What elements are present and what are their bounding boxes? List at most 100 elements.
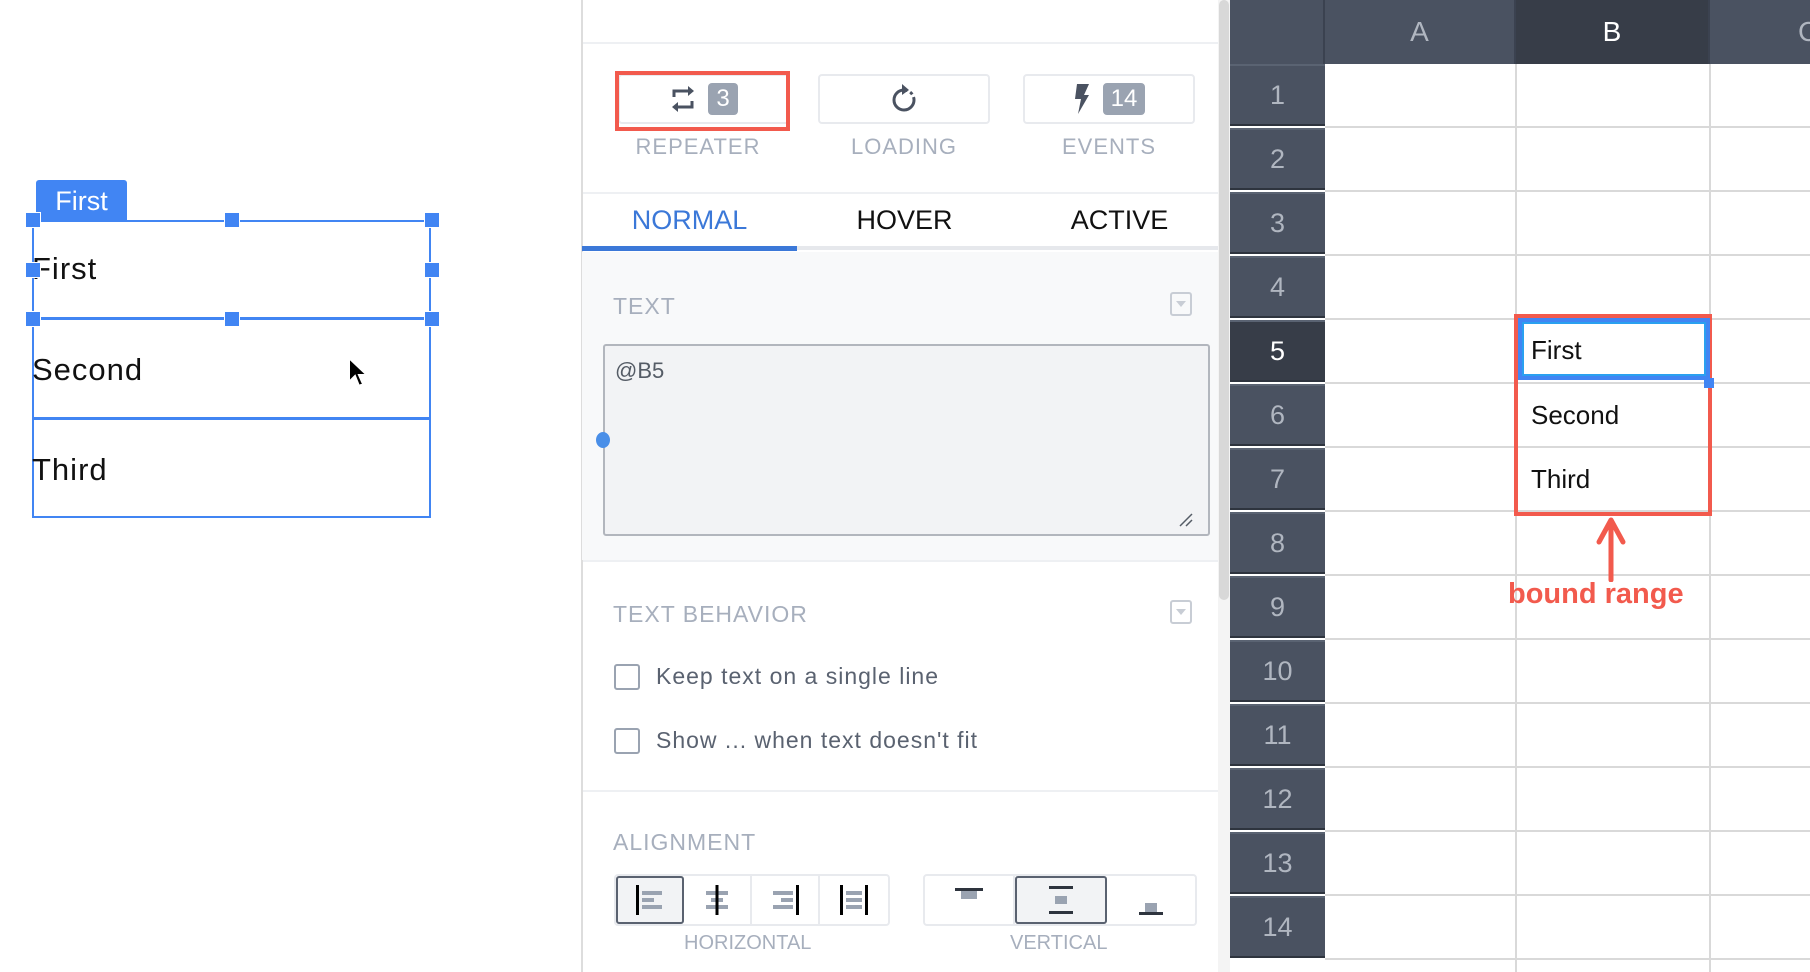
- row-header-5[interactable]: 5: [1230, 320, 1325, 382]
- repeater-item-1[interactable]: First: [32, 220, 431, 318]
- tab-active[interactable]: ACTIVE: [1012, 205, 1227, 236]
- selected-cell-outline: [1518, 318, 1710, 380]
- row-header-10[interactable]: 10: [1230, 640, 1325, 702]
- align-left-button[interactable]: [616, 876, 684, 924]
- resize-handle-bottom-right[interactable]: [424, 311, 440, 327]
- ellipsis-label: Show ... when text doesn't fit: [656, 727, 979, 753]
- events-count-badge: 14: [1102, 83, 1146, 115]
- row-header-4[interactable]: 4: [1230, 256, 1325, 318]
- resize-handle-bottom[interactable]: [224, 311, 240, 327]
- loading-label: LOADING: [850, 134, 958, 159]
- ellipsis-checkbox[interactable]: [614, 727, 640, 754]
- divider: [583, 790, 1218, 792]
- align-bottom-icon: [1139, 903, 1163, 915]
- justify-button[interactable]: [820, 876, 888, 924]
- single-line-checkbox[interactable]: [614, 663, 640, 690]
- fill-handle[interactable]: [1704, 378, 1714, 388]
- align-right-button[interactable]: [752, 876, 820, 924]
- justify-icon: [840, 885, 868, 915]
- horizontal-label: HORIZONTAL: [684, 932, 812, 954]
- vertical-label: VERTICAL: [1010, 932, 1108, 954]
- row-header-12[interactable]: 12: [1230, 768, 1325, 830]
- repeater-label: REPEATER: [635, 134, 761, 159]
- text-section-dropdown-icon[interactable]: [1170, 292, 1192, 316]
- resize-handle-top-left[interactable]: [25, 212, 41, 228]
- gridline-vertical: [1515, 64, 1517, 972]
- resize-handle-right[interactable]: [424, 262, 440, 278]
- annotation-arrow-icon: [1596, 517, 1626, 582]
- align-top-button[interactable]: [925, 876, 1015, 924]
- events-button[interactable]: 14: [1023, 74, 1195, 124]
- ellipsis-option[interactable]: Show ... when text doesn't fit: [614, 727, 978, 754]
- highlight-box: [615, 71, 790, 131]
- resize-handle-left[interactable]: [25, 262, 41, 278]
- vertical-alignment-group: [923, 874, 1197, 926]
- resize-handle-top-right[interactable]: [424, 212, 440, 228]
- divider: [583, 560, 1218, 562]
- gridline-horizontal: [1325, 702, 1810, 704]
- text-input[interactable]: @B5: [603, 344, 1210, 536]
- bound-range-annotation: bound range: [1508, 578, 1684, 610]
- row-header-14[interactable]: 14: [1230, 896, 1325, 958]
- row-header-13[interactable]: 13: [1230, 832, 1325, 894]
- column-header-b[interactable]: B: [1516, 0, 1710, 64]
- align-middle-icon: [1049, 886, 1073, 914]
- row-header-11[interactable]: 11: [1230, 704, 1325, 766]
- lightning-icon: [1074, 84, 1089, 114]
- tab-normal[interactable]: NORMAL: [582, 205, 797, 236]
- align-bottom-button[interactable]: [1107, 876, 1195, 924]
- resize-handle-top[interactable]: [224, 212, 240, 228]
- text-section-title: TEXT: [613, 293, 676, 319]
- align-right-icon: [773, 885, 799, 915]
- gridline-vertical: [1709, 64, 1711, 972]
- tab-hover[interactable]: HOVER: [797, 205, 1012, 236]
- row-header-2[interactable]: 2: [1230, 128, 1325, 190]
- alignment-title: ALIGNMENT: [613, 829, 757, 855]
- row-header-9[interactable]: 9: [1230, 576, 1325, 638]
- mouse-cursor-icon: [348, 356, 369, 388]
- divider: [583, 42, 1218, 44]
- single-line-option[interactable]: Keep text on a single line: [614, 663, 939, 690]
- resize-handle-bottom-left[interactable]: [25, 311, 41, 327]
- gridline-horizontal: [1325, 766, 1810, 768]
- align-left-icon: [636, 885, 662, 915]
- tab-indicator: [582, 246, 797, 251]
- gridline-horizontal: [1325, 190, 1810, 192]
- gridline-horizontal: [1325, 894, 1810, 896]
- selection-tag: First: [36, 180, 127, 220]
- repeater-item-text: Third: [32, 452, 108, 487]
- divider: [583, 192, 1218, 194]
- row-header-8[interactable]: 8: [1230, 512, 1325, 574]
- column-header-c[interactable]: C: [1710, 0, 1810, 64]
- row-header-6[interactable]: 6: [1230, 384, 1325, 446]
- single-line-label: Keep text on a single line: [656, 663, 940, 689]
- align-center-icon: [706, 885, 728, 915]
- gridline-horizontal: [1325, 830, 1810, 832]
- gridline-horizontal: [1325, 638, 1810, 640]
- repeater-item-3[interactable]: Third: [32, 420, 431, 520]
- gridline-horizontal: [1325, 958, 1810, 960]
- panel-scrollbar-thumb[interactable]: [1219, 0, 1229, 600]
- text-behavior-dropdown-icon[interactable]: [1170, 600, 1192, 624]
- align-middle-button[interactable]: [1015, 876, 1107, 924]
- repeater-item-text: First: [32, 251, 98, 286]
- binding-dot-icon[interactable]: [596, 432, 610, 448]
- column-header-a[interactable]: A: [1325, 0, 1516, 64]
- repeater-item-text: Second: [32, 352, 144, 387]
- align-top-icon: [955, 888, 983, 899]
- text-behavior-title: TEXT BEHAVIOR: [613, 601, 808, 627]
- row-header-7[interactable]: 7: [1230, 448, 1325, 510]
- gridline-horizontal: [1325, 126, 1810, 128]
- events-label: EVENTS: [1061, 134, 1157, 159]
- gridline-horizontal: [1325, 574, 1810, 576]
- loading-icon: [892, 84, 916, 112]
- gridline-horizontal: [1325, 254, 1810, 256]
- row-header-1[interactable]: 1: [1230, 64, 1325, 126]
- align-center-button[interactable]: [684, 876, 752, 924]
- loading-button[interactable]: [818, 74, 990, 124]
- row-header-3[interactable]: 3: [1230, 192, 1325, 254]
- repeater-item-2[interactable]: Second: [32, 320, 431, 420]
- horizontal-alignment-group: [614, 874, 890, 926]
- resize-grip-icon[interactable]: [1178, 512, 1194, 528]
- select-all-corner[interactable]: [1230, 0, 1325, 64]
